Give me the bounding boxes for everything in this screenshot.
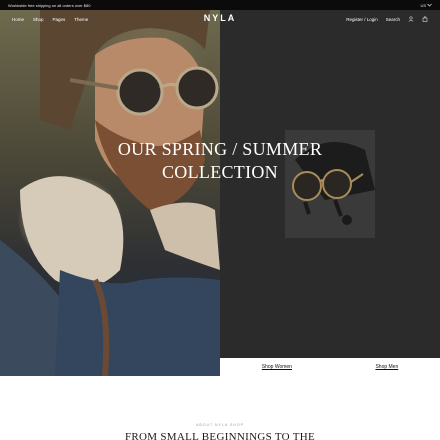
search-link[interactable]: Search [386,17,400,22]
nav-link-home[interactable]: Home [12,17,24,22]
shop-men-link[interactable]: Shop Men [375,364,398,370]
about-heading: FROM SMALL BEGINNINGS TO THE [124,431,316,440]
model-portrait-image [0,10,220,376]
announcement-text: Worldwide free shipping on all orders ov… [8,2,91,8]
nav-links: Home Shop Pages Theme [12,17,346,22]
locale-selector[interactable]: US [420,3,432,8]
nav-actions: Register / Login Search [346,16,428,22]
nav-link-shop[interactable]: Shop [33,17,44,22]
nav-link-theme[interactable]: Theme [74,17,88,22]
chevron-down-icon [427,3,432,7]
hero-title-line-2: COLLECTION [162,162,278,182]
about-eyebrow: ABOUT NYLA SHOP [196,423,244,427]
hero-title: OUR SPRING / SUMMER COLLECTION [0,138,440,184]
hero-right-panel [220,10,440,358]
main-nav: Home Shop Pages Theme NYLA Register / Lo… [0,10,440,28]
announcement-bar: Worldwide free shipping on all orders ov… [0,0,440,10]
locale-label: US [420,2,426,8]
shop-women-link[interactable]: Shop Women [262,364,292,370]
bag-icon[interactable] [422,16,428,22]
hero-model-image [0,10,220,376]
hero-section: Shop Women Shop Men OUR SPRING / SUMMER … [0,10,440,376]
nav-link-pages[interactable]: Pages [53,17,66,22]
shop-links-bar: Shop Women Shop Men [220,358,440,376]
about-section: ABOUT NYLA SHOP FROM SMALL BEGINNINGS TO… [0,376,440,440]
hero-title-line-1: OUR SPRING / SUMMER [117,139,323,159]
register-login-link[interactable]: Register / Login [346,17,378,22]
user-icon[interactable] [408,16,414,22]
